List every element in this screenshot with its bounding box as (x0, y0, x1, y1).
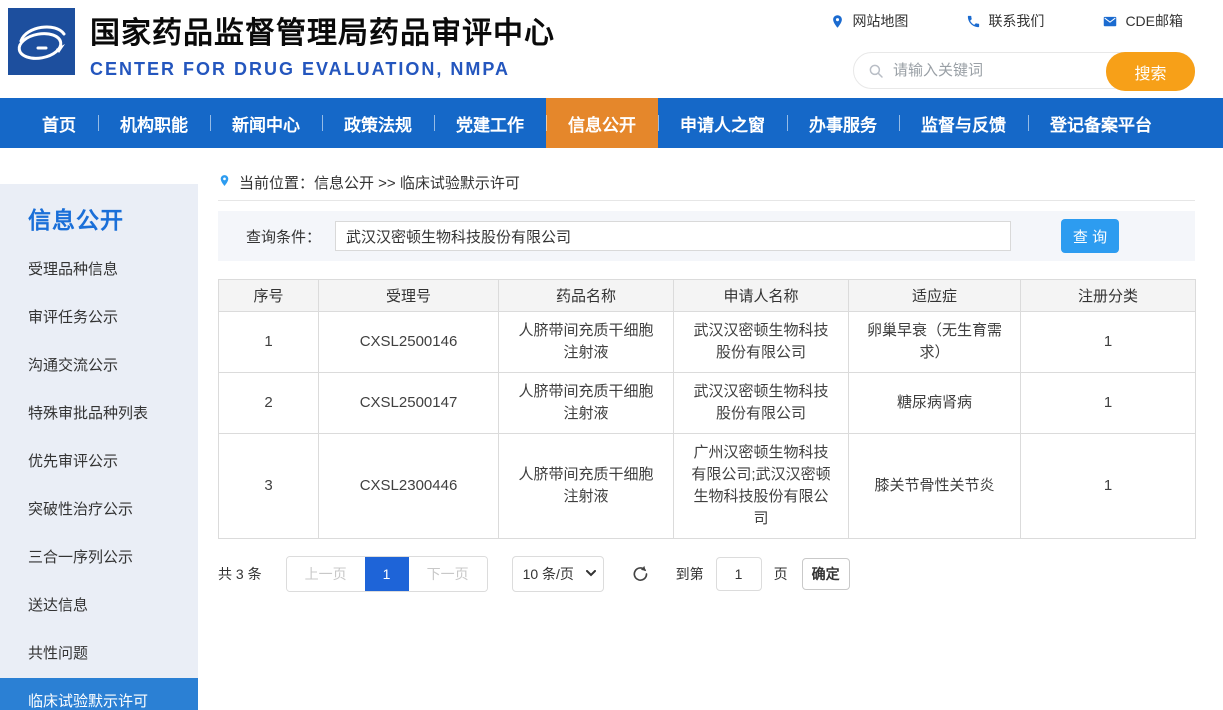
sidebar-item-delivery-info[interactable]: 送达信息 (0, 582, 198, 630)
prev-page-button[interactable]: 上一页 (287, 557, 365, 591)
site-title-english: CENTER FOR DRUG EVALUATION, NMPA (90, 59, 555, 80)
next-page-button[interactable]: 下一页 (409, 557, 487, 591)
column-header-registration-class: 注册分类 (1021, 280, 1196, 312)
site-titles: 国家药品监督管理局药品审评中心 CENTER FOR DRUG EVALUATI… (90, 8, 555, 80)
query-panel: 查询条件： 查 询 (218, 211, 1195, 261)
cde-mail-link-label: CDE邮箱 (1125, 11, 1183, 31)
envelope-icon (1102, 14, 1118, 29)
sitemap-link[interactable]: 网站地图 (830, 11, 908, 31)
query-button[interactable]: 查 询 (1061, 219, 1119, 253)
sidebar-title: 信息公开 (0, 202, 198, 238)
breadcrumb-text: 当前位置：信息公开 >> 临床试验默示许可 (239, 172, 520, 193)
sidebar-item-communication[interactable]: 沟通交流公示 (0, 342, 198, 390)
table-row: 3 CXSL2300446 人脐带间充质干细胞注射液 广州汉密顿生物科技有限公司… (219, 434, 1196, 539)
table-row: 1 CXSL2500146 人脐带间充质干细胞注射液 武汉汉密顿生物科技股份有限… (219, 312, 1196, 373)
phone-icon (966, 14, 981, 29)
main-navigation: 首页 机构职能 新闻中心 政策法规 党建工作 信息公开 申请人之窗 办事服务 监… (0, 98, 1223, 148)
sitemap-pin-icon (830, 14, 845, 29)
cell-indication: 卵巢早衰（无生育需求） (849, 312, 1021, 373)
nav-item-registration-platform[interactable]: 登记备案平台 (1028, 98, 1174, 148)
sidebar-item-special-approval[interactable]: 特殊审批品种列表 (0, 390, 198, 438)
cell-registration-class: 1 (1021, 312, 1196, 373)
cell-seq: 1 (219, 312, 319, 373)
page-size-select[interactable]: 10 条/页 (512, 556, 604, 592)
column-header-seq: 序号 (219, 280, 319, 312)
nav-item-functions[interactable]: 机构职能 (98, 98, 210, 148)
goto-page-label: 到第 (676, 564, 704, 584)
nav-item-policies[interactable]: 政策法规 (322, 98, 434, 148)
table-row: 2 CXSL2500147 人脐带间充质干细胞注射液 武汉汉密顿生物科技股份有限… (219, 373, 1196, 434)
nav-item-services[interactable]: 办事服务 (787, 98, 899, 148)
refresh-icon[interactable] (630, 564, 650, 584)
site-title-chinese: 国家药品监督管理局药品审评中心 (90, 8, 555, 52)
content-area: 信息公开 受理品种信息 审评任务公示 沟通交流公示 特殊审批品种列表 优先审评公… (0, 172, 1223, 710)
cell-drug-name: 人脐带间充质干细胞注射液 (499, 434, 674, 539)
contact-us-link-label: 联系我们 (988, 11, 1044, 31)
cell-applicant: 武汉汉密顿生物科技股份有限公司 (674, 312, 849, 373)
current-page-button[interactable]: 1 (365, 557, 409, 591)
sidebar-item-clinical-trial-implied-license[interactable]: 临床试验默示许可 (0, 678, 198, 710)
cell-applicant: 广州汉密顿生物科技有限公司;武汉汉密顿生物科技股份有限公司 (674, 434, 849, 539)
cell-acceptance-no: CXSL2500147 (319, 373, 499, 434)
cell-drug-name: 人脐带间充质干细胞注射液 (499, 312, 674, 373)
sidebar-item-review-tasks[interactable]: 审评任务公示 (0, 294, 198, 342)
goto-page-input[interactable] (716, 557, 762, 591)
search-icon (867, 62, 885, 80)
cell-drug-name: 人脐带间充质干细胞注射液 (499, 373, 674, 434)
contact-us-link[interactable]: 联系我们 (966, 11, 1044, 31)
table-header-row: 序号 受理号 药品名称 申请人名称 适应症 注册分类 (219, 280, 1196, 312)
pagination-total-count: 共 3 条 (218, 564, 262, 584)
query-condition-input[interactable] (335, 221, 1011, 251)
search-button[interactable]: 搜索 (1106, 52, 1195, 91)
nav-item-party-building[interactable]: 党建工作 (434, 98, 546, 148)
cell-indication: 糖尿病肾病 (849, 373, 1021, 434)
column-header-drug-name: 药品名称 (499, 280, 674, 312)
site-logo (8, 8, 75, 75)
cell-acceptance-no: CXSL2500146 (319, 312, 499, 373)
goto-confirm-button[interactable]: 确定 (802, 558, 850, 590)
cde-mail-link[interactable]: CDE邮箱 (1102, 11, 1183, 31)
keyword-search-box: 搜索 (853, 52, 1195, 89)
pagination-pager: 上一页 1 下一页 (286, 556, 488, 592)
sidebar-item-three-in-one[interactable]: 三合一序列公示 (0, 534, 198, 582)
sidebar: 信息公开 受理品种信息 审评任务公示 沟通交流公示 特殊审批品种列表 优先审评公… (0, 184, 198, 710)
cell-seq: 2 (219, 373, 319, 434)
sidebar-item-priority-review[interactable]: 优先审评公示 (0, 438, 198, 486)
cell-registration-class: 1 (1021, 434, 1196, 539)
column-header-applicant: 申请人名称 (674, 280, 849, 312)
query-condition-label: 查询条件： (246, 226, 321, 247)
nav-item-news[interactable]: 新闻中心 (210, 98, 322, 148)
cell-acceptance-no: CXSL2300446 (319, 434, 499, 539)
results-table: 序号 受理号 药品名称 申请人名称 适应症 注册分类 1 CXSL2500146… (218, 279, 1196, 539)
nav-item-home[interactable]: 首页 (20, 98, 98, 148)
logo-fish-icon (8, 8, 75, 75)
sitemap-link-label: 网站地图 (852, 11, 908, 31)
page-size-select-wrap: 10 条/页 (512, 556, 604, 592)
pagination-bar: 共 3 条 上一页 1 下一页 10 条/页 到第 (218, 556, 1195, 592)
sidebar-item-accepted-varieties[interactable]: 受理品种信息 (0, 246, 198, 294)
column-header-acceptance-no: 受理号 (319, 280, 499, 312)
site-header: 国家药品监督管理局药品审评中心 CENTER FOR DRUG EVALUATI… (0, 0, 1223, 98)
page-unit-label: 页 (774, 564, 788, 584)
main-panel: 当前位置：信息公开 >> 临床试验默示许可 查询条件： 查 询 序号 受理号 药… (198, 172, 1223, 592)
nav-item-applicant-window[interactable]: 申请人之窗 (658, 98, 787, 148)
nav-item-supervision-feedback[interactable]: 监督与反馈 (899, 98, 1028, 148)
nav-item-information-disclosure[interactable]: 信息公开 (546, 98, 658, 148)
breadcrumb: 当前位置：信息公开 >> 临床试验默示许可 (218, 172, 1195, 201)
sidebar-item-breakthrough-therapy[interactable]: 突破性治疗公示 (0, 486, 198, 534)
breadcrumb-pin-icon (218, 172, 231, 189)
cell-registration-class: 1 (1021, 373, 1196, 434)
cell-indication: 膝关节骨性关节炎 (849, 434, 1021, 539)
column-header-indication: 适应症 (849, 280, 1021, 312)
cell-applicant: 武汉汉密顿生物科技股份有限公司 (674, 373, 849, 434)
cell-seq: 3 (219, 434, 319, 539)
sidebar-item-common-issues[interactable]: 共性问题 (0, 630, 198, 678)
header-utility-links: 网站地图 联系我们 CDE邮箱 (830, 11, 1183, 31)
